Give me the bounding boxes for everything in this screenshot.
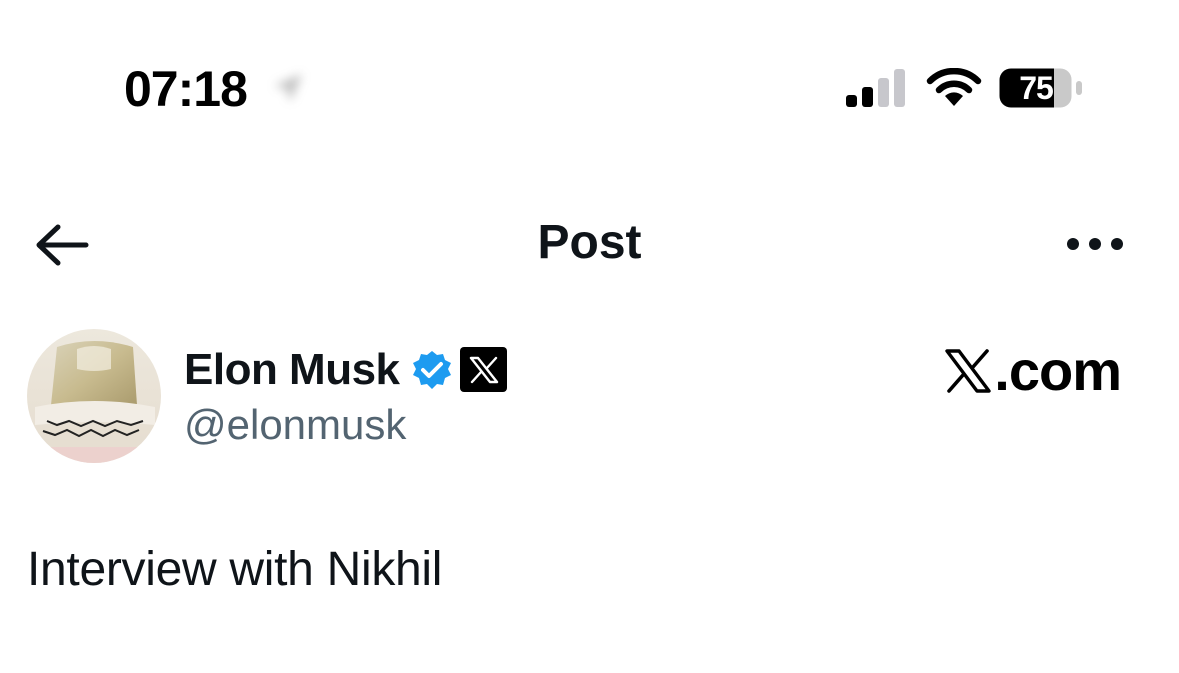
x-logo-icon [469,356,498,383]
cellular-signal-icon [846,69,905,107]
author-display-name[interactable]: Elon Musk [184,344,400,396]
wifi-icon [926,68,982,106]
status-time: 07:18 [124,61,248,117]
page-title: Post [537,216,642,269]
watermark-text: .com [994,339,1122,402]
more-horizontal-icon [1067,238,1123,250]
battery-level: 75 [1019,70,1054,106]
avatar[interactable] [27,329,161,463]
post-text: Interview with Nikhil [27,543,443,596]
x-watermark: .com [944,339,1122,402]
affiliate-badge [460,347,507,392]
x-logo-icon [945,349,991,393]
verified-check-icon [413,351,451,389]
more-options-button[interactable] [1060,222,1130,266]
location-arrow-icon [274,74,302,102]
author-handle[interactable]: @elonmusk [184,400,406,450]
